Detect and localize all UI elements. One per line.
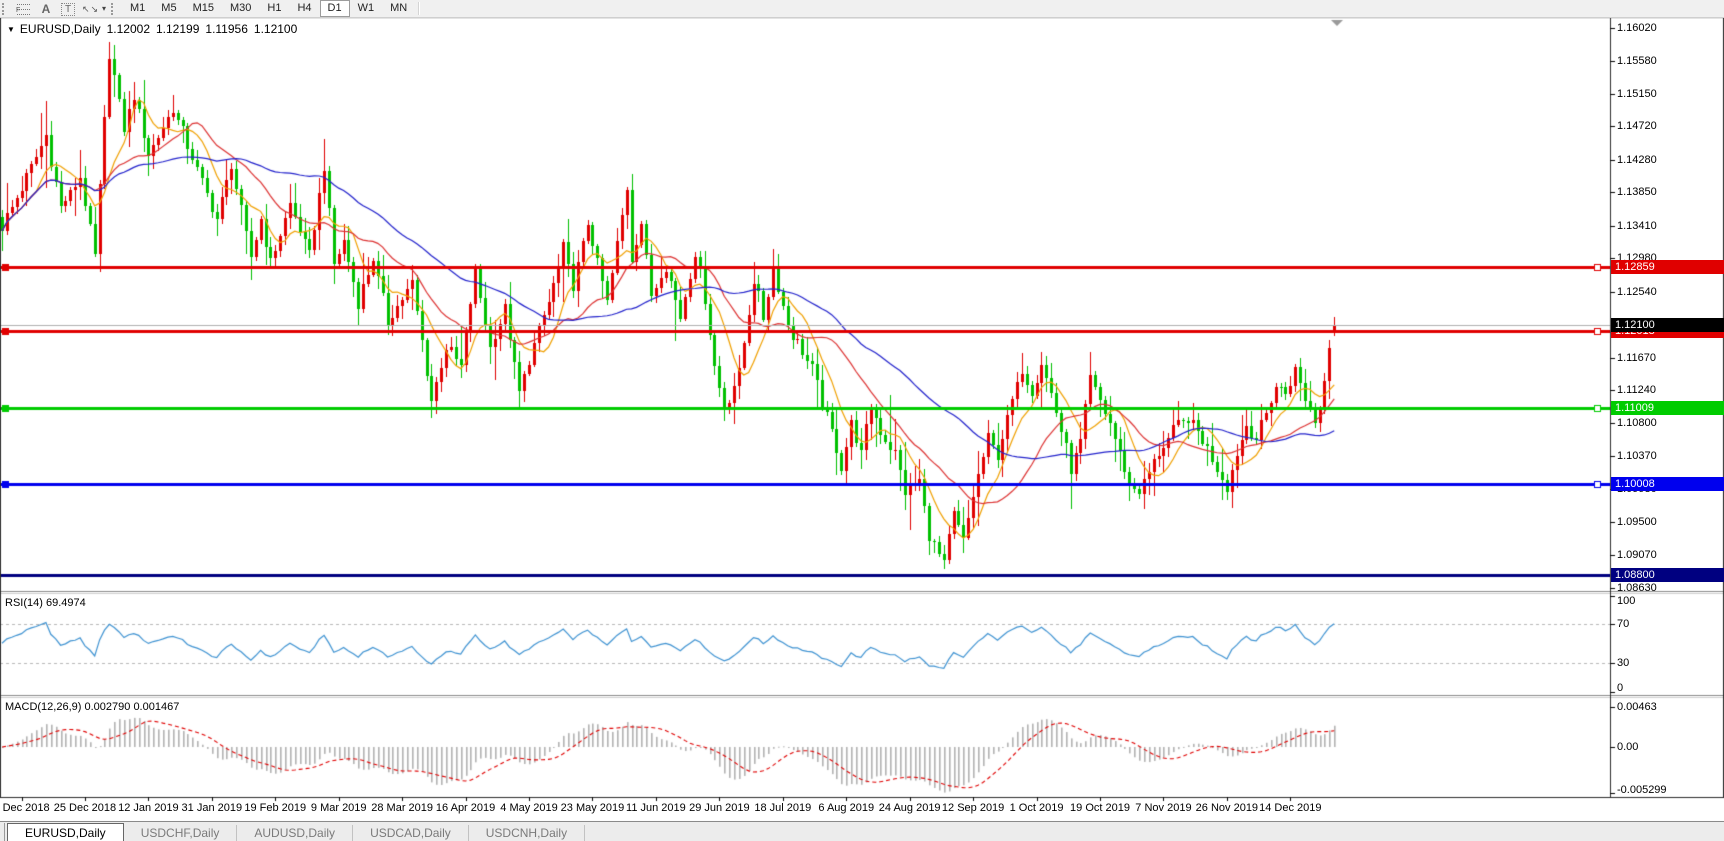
y-axis-tick: 1.14280 (1617, 154, 1657, 166)
chart-tab-bar: EURUSD,DailyUSDCHF,DailyAUDUSD,DailyUSDC… (0, 821, 1724, 841)
y-axis-tick: 1.14720 (1617, 120, 1657, 132)
chart-overlays: ▼ EURUSD,Daily 1.12002 1.12199 1.11956 1.1210… (0, 0, 1724, 841)
y-axis-tick: 1.13410 (1617, 220, 1657, 232)
timeframe-button-m30[interactable]: M30 (222, 0, 259, 17)
title-symbol: EURUSD,Daily (20, 22, 101, 36)
arrow-se-icon: ↘ (90, 2, 98, 16)
price-tag-112100: 1.12100 (1611, 318, 1724, 332)
macd-axis-tick: 0.00 (1617, 741, 1638, 753)
tabbar-edge (0, 823, 5, 841)
macd-value-signal: 0.001467 (133, 701, 179, 713)
macd-caption: MACD(12,26,9) 0.002790 0.001467 (5, 701, 179, 713)
toolbar-grip (2, 3, 9, 15)
title-high: 1.12199 (156, 22, 199, 36)
timeframe-button-m1[interactable]: M1 (122, 0, 153, 17)
arrows-tool-icon[interactable]: ↖ ↘ (81, 2, 99, 16)
title-dropdown-icon[interactable]: ▼ (7, 25, 15, 34)
macd-axis-tick: -0.005299 (1617, 784, 1667, 796)
title-close: 1.12100 (254, 22, 297, 36)
macd-label: MACD(12,26,9) (5, 701, 81, 713)
rsi-axis-tick: 100 (1617, 595, 1635, 607)
price-tag-112859: 1.12859 (1611, 260, 1724, 274)
fibo-letter: F (16, 4, 20, 18)
timeframe-button-d1[interactable]: D1 (320, 0, 350, 17)
title-low: 1.11956 (205, 22, 248, 36)
title-open: 1.12002 (107, 22, 150, 36)
fibo-tool-icon[interactable]: F (15, 2, 33, 16)
arrows-dropdown-caret[interactable]: ▾ (102, 4, 106, 13)
price-tag-108800: 1.08800 (1611, 568, 1724, 582)
rsi-caption: RSI(14) 69.4974 (5, 597, 86, 609)
chart-title: ▼ EURUSD,Daily 1.12002 1.12199 1.11956 1.1210… (7, 22, 297, 36)
rsi-axis-tick: 30 (1617, 657, 1629, 669)
terminal-window: F A T ↖ ↘ ▾ M1M5M15M30H1H4D1W1MN ▼ EURUSD… (0, 0, 1724, 841)
rsi-value: 69.4974 (46, 597, 86, 609)
y-axis-tick: 1.09500 (1617, 516, 1657, 528)
price-tag-111009: 1.11009 (1611, 401, 1724, 415)
y-axis-tick: 1.15580 (1617, 55, 1657, 67)
tab-usdcad-daily[interactable]: USDCAD,Daily (353, 825, 469, 841)
tab-eurusd-daily[interactable]: EURUSD,Daily (7, 823, 124, 841)
y-axis-tick: 1.11670 (1617, 352, 1656, 364)
rsi-label: RSI(14) (5, 597, 43, 609)
label-tool-icon[interactable]: T (59, 2, 77, 16)
timeframe-button-h4[interactable]: H4 (289, 0, 319, 17)
timeframe-button-m5[interactable]: M5 (153, 0, 184, 17)
tab-audusd-daily[interactable]: AUDUSD,Daily (237, 825, 353, 841)
rsi-axis-tick: 70 (1617, 618, 1629, 630)
y-axis-tick: 1.13850 (1617, 186, 1657, 198)
macd-axis-tick: 0.00463 (1617, 701, 1657, 713)
timeframe-button-w1[interactable]: W1 (350, 0, 383, 17)
y-axis-tick: 1.09070 (1617, 549, 1657, 561)
timeframe-button-h1[interactable]: H1 (259, 0, 289, 17)
y-axis-tick: 1.10370 (1617, 450, 1657, 462)
toolbar-grip2 (111, 3, 118, 15)
price-tag-110008: 1.10008 (1611, 477, 1724, 491)
macd-value-main: 0.002790 (84, 701, 130, 713)
y-axis-tick: 1.11240 (1617, 384, 1656, 396)
timeframe-button-mn[interactable]: MN (382, 0, 415, 17)
toolbar-separator (418, 2, 419, 15)
y-axis-tick: 1.15150 (1617, 88, 1657, 100)
x-axis-date: 14 Dec 2019 (1245, 802, 1335, 814)
text-tool-icon[interactable]: A (37, 2, 55, 16)
rsi-axis-tick: 0 (1617, 682, 1623, 694)
y-axis-tick: 1.10800 (1617, 417, 1657, 429)
y-axis-tick: 1.12540 (1617, 286, 1657, 298)
timeframe-button-m15[interactable]: M15 (185, 0, 222, 17)
arrow-nw-icon: ↖ (82, 2, 90, 16)
timeframe-buttons: M1M5M15M30H1H4D1W1MN (122, 0, 415, 17)
toolbar: F A T ↖ ↘ ▾ M1M5M15M30H1H4D1W1MN (0, 0, 1724, 18)
tab-usdcnh-daily[interactable]: USDCNH,Daily (469, 825, 585, 841)
y-axis-tick: 1.08630 (1617, 582, 1657, 594)
tab-usdchf-daily[interactable]: USDCHF,Daily (124, 825, 238, 841)
y-axis-tick: 1.16020 (1617, 22, 1657, 34)
